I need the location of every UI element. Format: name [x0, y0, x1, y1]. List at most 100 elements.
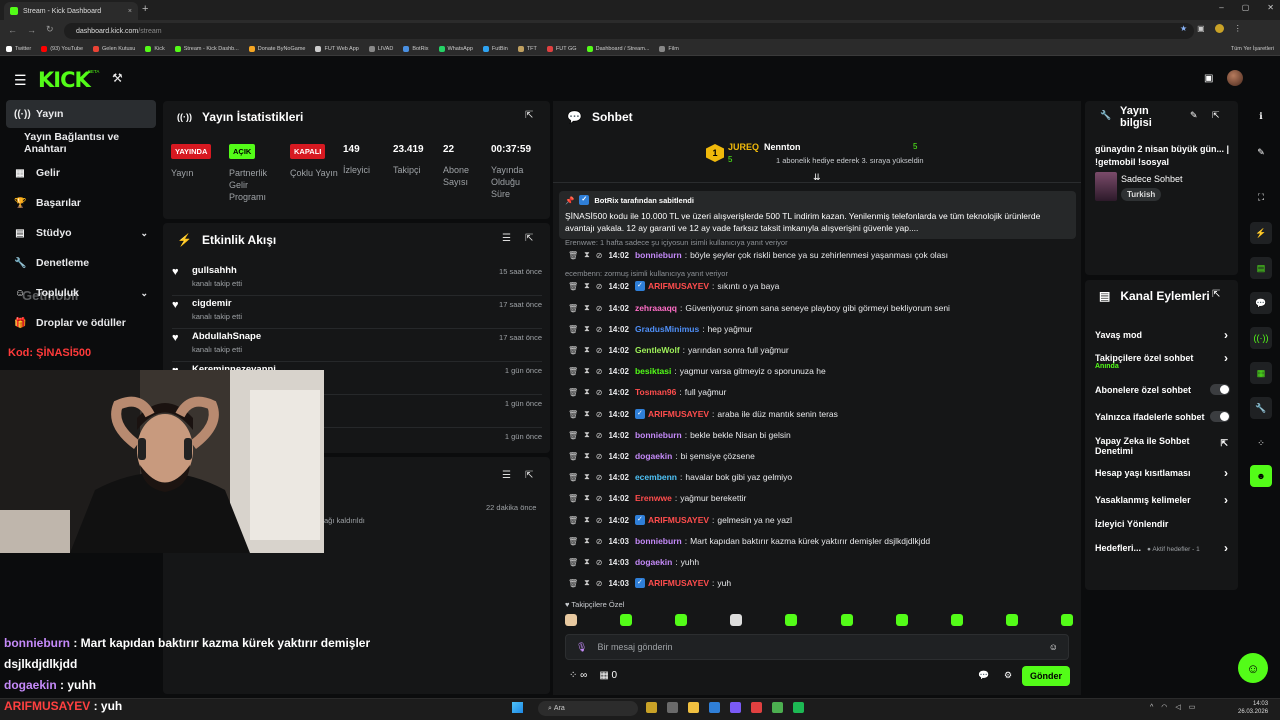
sidebar-item[interactable]: 🎁 Droplar ve ödüller	[6, 309, 156, 337]
message-input[interactable]: 🎙 Bir mesaj gönderin ☺	[565, 634, 1069, 660]
back-icon[interactable]: ←	[8, 25, 17, 35]
toggle-switch[interactable]	[1210, 411, 1230, 422]
ban-icon[interactable]: ⊘	[596, 431, 603, 440]
channel-action[interactable]: Hesap yaşı kısıtlaması ›	[1095, 466, 1230, 480]
taskbar-app-icon[interactable]	[646, 702, 657, 713]
reload-icon[interactable]: ↻	[46, 24, 54, 35]
taskbar-app-icon[interactable]	[667, 702, 678, 713]
popout-icon[interactable]: ⇱	[1212, 289, 1220, 300]
delete-icon[interactable]: 🗑	[568, 388, 578, 397]
bookmark-item[interactable]: Film	[659, 45, 679, 52]
minimize-button[interactable]: –	[1219, 3, 1223, 12]
ban-icon[interactable]: ⊘	[596, 473, 603, 482]
timeout-icon[interactable]: ⧗	[584, 281, 590, 291]
activity-item[interactable]: ♥ AbdullahSnape kanalı takip etti 17 saat ö…	[172, 331, 542, 363]
popout-icon[interactable]: ⇱	[525, 233, 533, 244]
ban-icon[interactable]: ⊘	[596, 325, 603, 334]
emote-icon[interactable]	[565, 614, 577, 626]
chat-username[interactable]: ARIFMUSAYEV	[648, 515, 709, 525]
activity-item[interactable]: ♥ cigdemir kanalı takip etti 17 saat önce	[172, 298, 542, 330]
notifications-icon[interactable]: ▣	[1204, 73, 1213, 84]
chat-message[interactable]: 🗑 ⧗ ⊘ 14:02 GentleWolf: yarından sonra full y…	[568, 342, 789, 358]
delete-icon[interactable]: 🗑	[568, 346, 578, 355]
delete-icon[interactable]: 🗑	[568, 325, 578, 334]
chat-username[interactable]: ARIFMUSAYEV	[648, 409, 709, 419]
chat-message[interactable]: 🗑 ⧗ ⊘ 14:03 ✓ ARIFMUSAYEV: yuh	[568, 575, 731, 591]
chat-message[interactable]: 🗑 ⧗ ⊘ 14:02 ✓ ARIFMUSAYEV: araba ile düz mantı…	[568, 406, 838, 422]
ban-icon[interactable]: ⊘	[596, 346, 603, 355]
forward-icon[interactable]: →	[27, 25, 36, 35]
emote-icon[interactable]	[1005, 614, 1018, 626]
mic-icon[interactable]: 🎙	[576, 642, 587, 653]
sidebar-item[interactable]: 🏆 Başarılar	[6, 189, 156, 217]
bookmark-item[interactable]: Gelen Kutusu	[93, 45, 135, 52]
wrench-icon[interactable]: 🔧	[1250, 397, 1272, 419]
info-icon[interactable]: ℹ	[1250, 105, 1272, 127]
timeout-icon[interactable]: ⧗	[584, 250, 590, 260]
maximize-button[interactable]: ▢	[1242, 3, 1250, 12]
ban-icon[interactable]: ⊘	[596, 579, 603, 588]
broadcast-icon[interactable]: ((·))	[1250, 327, 1272, 349]
send-button[interactable]: Gönder	[1022, 666, 1070, 686]
new-tab-button[interactable]: +	[142, 3, 148, 15]
ban-icon[interactable]: ⊘	[596, 251, 603, 260]
bookmark-item[interactable]: LIVAD	[368, 45, 393, 52]
ban-icon[interactable]: ⊘	[596, 410, 603, 419]
help-chat-button[interactable]: ☺	[1238, 653, 1268, 683]
chat-username[interactable]: GradusMinimus	[635, 324, 699, 334]
windows-start-icon[interactable]	[512, 702, 523, 713]
battery-icon[interactable]: ▭	[1189, 703, 1196, 711]
ban-icon[interactable]: ⊘	[596, 304, 603, 313]
sidebar-item[interactable]: 🔧 Denetleme	[6, 249, 156, 277]
bookmark-item[interactable]: Kick	[145, 45, 165, 52]
edit-icon[interactable]: ✎	[1190, 110, 1198, 121]
timeout-icon[interactable]: ⧗	[584, 430, 590, 440]
chat-username[interactable]: besiktasi	[635, 366, 671, 376]
delete-icon[interactable]: 🗑	[568, 473, 578, 482]
sidebar-item[interactable]: Yayın Bağlantısı ve Anahtarı	[6, 129, 156, 157]
channel-action[interactable]: Hedefleri... ● Aktif hedefler - 1 ›	[1095, 541, 1230, 555]
profile-icon[interactable]	[1214, 24, 1224, 33]
bookmark-item[interactable]: Dashboard / Stream...	[586, 45, 649, 52]
chat-icon[interactable]: 💬	[1250, 292, 1272, 314]
delete-icon[interactable]: 🗑	[568, 516, 578, 525]
star-icon[interactable]: ★	[1180, 24, 1187, 33]
filter-icon[interactable]: ☰	[502, 470, 511, 481]
timeout-icon[interactable]: ⧗	[584, 493, 590, 503]
filter-icon[interactable]: ☰	[502, 233, 511, 244]
taskbar-search[interactable]: ⌕ Ara	[538, 701, 638, 716]
emote-icon[interactable]	[950, 614, 963, 626]
tray-up-icon[interactable]: ^	[1150, 704, 1153, 711]
layout-icon[interactable]: ▦	[1250, 362, 1272, 384]
focus-icon[interactable]: ⛶	[1250, 186, 1272, 208]
chat-username[interactable]: ARIFMUSAYEV	[648, 578, 709, 588]
url-field[interactable]: dashboard.kick.com/stream	[64, 23, 1194, 39]
ban-icon[interactable]: ⊘	[596, 537, 603, 546]
kick-logo[interactable]: KICK	[38, 68, 91, 92]
popout-icon[interactable]: ⇱	[525, 470, 533, 481]
chat-message[interactable]: 🗑 ⧗ ⊘ 14:02 ecembenn: havalar bok gibi yaz ge…	[568, 469, 792, 485]
chat-settings-icon[interactable]: 💬	[978, 670, 989, 681]
timeout-icon[interactable]: ⧗	[584, 409, 590, 419]
delete-icon[interactable]: 🗑	[568, 558, 578, 567]
wifi-icon[interactable]: ◠	[1161, 703, 1167, 711]
chat-message[interactable]: 🗑 ⧗ ⊘ 14:02 dogaekin: bi şemsiye çözsene	[568, 448, 755, 464]
chat-username[interactable]: Tosman96	[635, 387, 676, 397]
delete-icon[interactable]: 🗑	[568, 494, 578, 503]
timeout-icon[interactable]: ⧗	[584, 578, 590, 588]
bookmark-item[interactable]: BotRix	[403, 45, 429, 52]
ban-icon[interactable]: ⊘	[596, 282, 603, 291]
chat-message[interactable]: 🗑 ⧗ ⊘ 14:03 bonnieburn: Mart kapıdan baktırır…	[568, 533, 930, 549]
delete-icon[interactable]: 🗑	[568, 452, 578, 461]
store-icon[interactable]: ▦ 0	[599, 670, 617, 681]
ban-icon[interactable]: ⊘	[596, 367, 603, 376]
delete-icon[interactable]: 🗑	[568, 251, 578, 260]
delete-icon[interactable]: 🗑	[568, 304, 578, 313]
delete-icon[interactable]: 🗑	[568, 431, 578, 440]
channel-action[interactable]: Yasaklanmış kelimeler ›	[1095, 493, 1230, 507]
chat-message[interactable]: 🗑 ⧗ ⊘ 14:02 zehraaaqq: Güveniyoruz şinom sana…	[568, 300, 950, 316]
delete-icon[interactable]: 🗑	[568, 537, 578, 546]
tab-close-icon[interactable]: ×	[128, 8, 132, 15]
delete-icon[interactable]: 🗑	[568, 282, 578, 291]
kick-app-icon[interactable]: ☻	[1250, 465, 1272, 487]
